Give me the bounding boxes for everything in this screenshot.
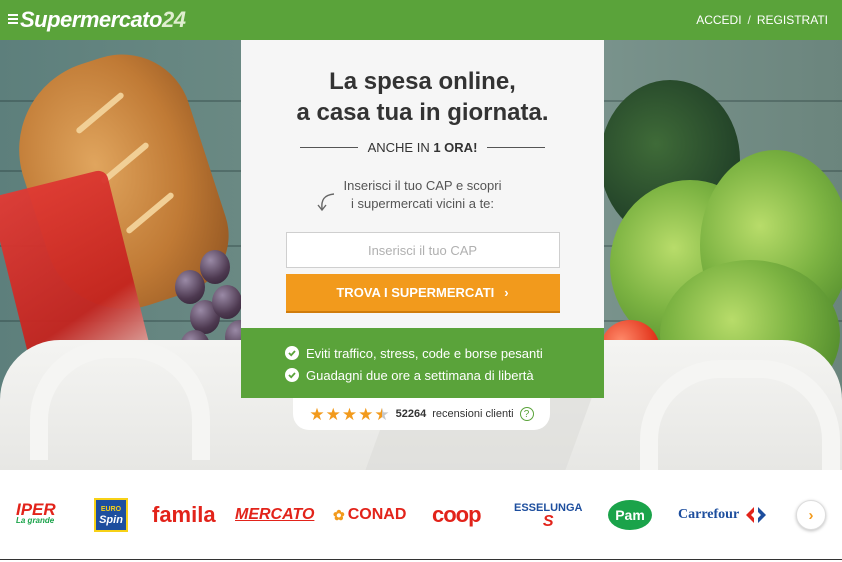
divider-left — [299, 147, 358, 148]
headline-line-2: a casa tua in giornata. — [296, 99, 549, 126]
page-title: La spesa online, a casa tua in giornata. — [296, 66, 548, 128]
link-separator: / — [747, 13, 751, 27]
help-icon[interactable]: ? — [519, 407, 534, 421]
rating-stars: ★ ★ ★ ★ ★ — [309, 406, 389, 423]
review-label: recensioni clienti — [432, 408, 514, 420]
hint-line-1: Inserisci il tuo CAP e scopri — [343, 178, 502, 193]
star-icon: ★ — [341, 404, 358, 424]
curved-arrow-icon — [316, 193, 334, 212]
delivery-subtitle: ANCHE IN 1 ORA! — [299, 140, 546, 155]
brand-mercato[interactable]: MERCATO — [235, 498, 314, 532]
review-count: 52264 — [395, 408, 427, 420]
top-header: Supermercato 24 ACCEDI / REGISTRATI — [0, 0, 842, 40]
check-circle-icon — [285, 346, 299, 360]
logo-number: 24 — [161, 7, 186, 32]
brands-next-button[interactable]: › — [796, 500, 826, 530]
benefit-item: Eviti traffico, stress, code e borse pes… — [285, 342, 604, 364]
brand-conad[interactable]: ✿ CONAD — [333, 498, 406, 532]
iper-sub: La grande — [16, 516, 55, 525]
divider-right — [487, 147, 546, 148]
check-circle-icon — [285, 368, 299, 382]
brand-esselunga[interactable]: ESSELUNGA S — [514, 498, 582, 532]
brand-coop[interactable]: coop — [432, 498, 482, 532]
search-card: La spesa online, a casa tua in giornata.… — [241, 40, 604, 328]
benefit-text: Guadagni due ore a settimana di libertà — [306, 367, 534, 383]
find-supermarkets-button[interactable]: TROVA I SUPERMERCATI › — [285, 274, 560, 311]
site-logo[interactable]: Supermercato 24 — [8, 7, 186, 33]
benefits-box: Eviti traffico, stress, code e borse pes… — [241, 328, 604, 398]
eurospin-text: Spin — [99, 514, 123, 526]
logo-speed-lines-icon — [8, 14, 18, 26]
esselunga-s-icon: S — [542, 513, 554, 530]
brand-iper[interactable]: IPER La grande — [16, 498, 56, 532]
chevron-right-icon: › — [808, 506, 814, 524]
login-link[interactable]: ACCEDI — [696, 13, 741, 27]
star-icon: ★ — [325, 404, 341, 424]
mercato-text: MERCATO — [235, 506, 315, 523]
star-icon: ★ — [358, 404, 374, 424]
cta-label: TROVA I SUPERMERCATI — [336, 285, 495, 300]
pam-text: Pam — [615, 507, 645, 523]
carrefour-text: Carrefour — [678, 507, 740, 522]
subtitle-prefix: ANCHE IN — [367, 140, 430, 155]
star-icon: ★ — [309, 404, 325, 424]
half-star-icon: ★ — [374, 404, 390, 424]
chevron-right-icon: › — [504, 285, 509, 300]
iper-text: IPER — [16, 500, 56, 519]
brand-pam[interactable]: Pam — [608, 498, 652, 532]
cap-hint: Inserisci il tuo CAP e scopri i supermer… — [316, 177, 502, 213]
benefit-text: Eviti traffico, stress, code e borse pes… — [306, 345, 543, 361]
reviews-badge[interactable]: ★ ★ ★ ★ ★ 52264 recensioni clienti ? — [293, 398, 550, 430]
register-link[interactable]: REGISTRATI — [757, 13, 828, 27]
hint-line-2: i supermercati vicini a te: — [350, 196, 495, 211]
brand-eurospin[interactable]: EURO Spin — [94, 498, 128, 532]
subtitle-highlight: 1 ORA! — [433, 140, 478, 155]
cap-input[interactable] — [285, 232, 560, 268]
benefit-item: Guadagni due ore a settimana di libertà — [285, 364, 604, 386]
conad-text: CONAD — [347, 506, 407, 523]
subtitle-text: ANCHE IN 1 ORA! — [368, 140, 478, 155]
famila-text: famila — [152, 502, 216, 527]
carrefour-icon — [746, 507, 767, 523]
account-links: ACCEDI / REGISTRATI — [696, 13, 828, 27]
brand-carrefour[interactable]: Carrefour — [678, 498, 769, 532]
conad-flower-icon: ✿ — [333, 506, 345, 523]
headline-line-1: La spesa online, — [329, 68, 516, 95]
coop-text: coop — [432, 502, 482, 527]
logo-text: Supermercato — [20, 7, 162, 32]
brand-famila[interactable]: famila — [152, 498, 216, 532]
supermarket-brands-strip: IPER La grande EURO Spin famila MERCATO … — [0, 472, 842, 560]
